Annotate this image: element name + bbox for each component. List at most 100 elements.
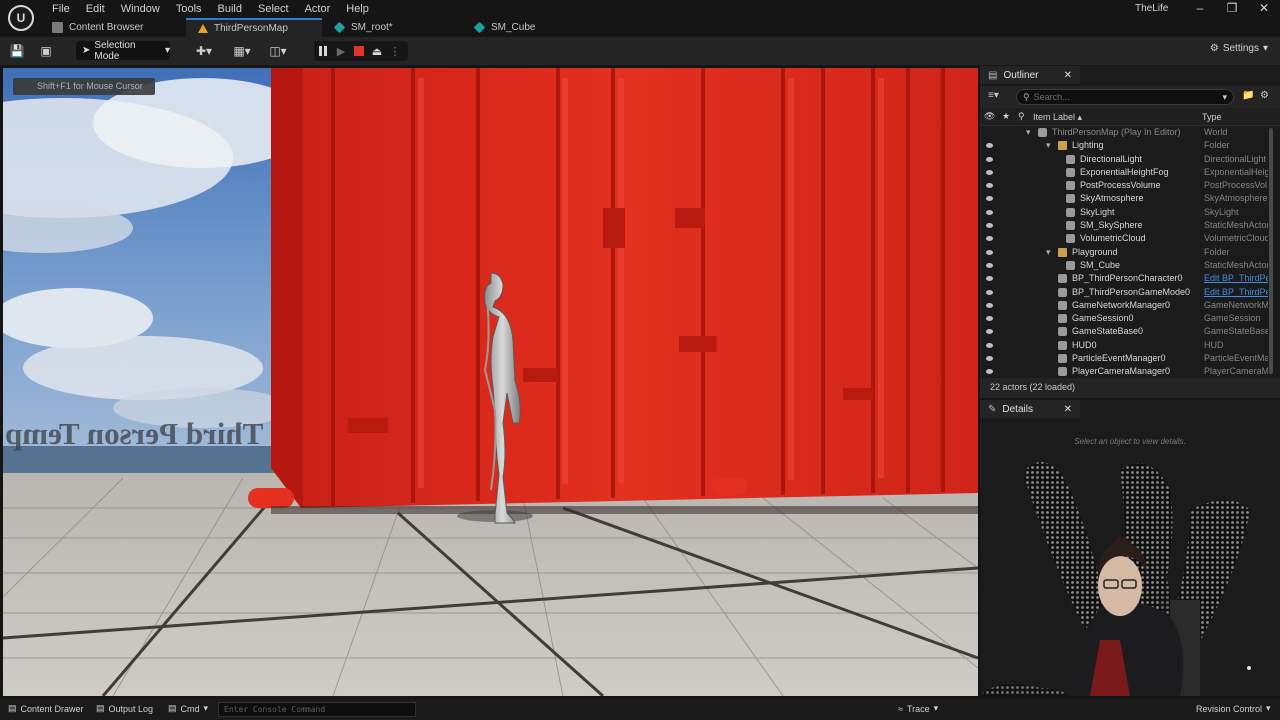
menu-window[interactable]: Window [113,2,168,16]
more-options-icon[interactable]: ⋮ [386,41,404,61]
close-icon[interactable]: ✕ [1064,70,1072,81]
outliner-row[interactable]: ▾ ThirdPersonMap (Play In Editor) World [980,126,1280,139]
outliner-row[interactable]: SkyAtmosphere SkyAtmosphere [980,192,1280,205]
visibility-eye-icon[interactable] [986,223,993,229]
pin-icon[interactable]: ⚲ [1018,111,1025,122]
menu-actor[interactable]: Actor [297,2,339,16]
visibility-eye-icon[interactable] [986,262,993,268]
visibility-eye-icon[interactable] [986,342,993,348]
content-drawer-button[interactable]: ▤ Content Drawer [8,703,84,714]
outliner-row[interactable]: ParticleEventManager0 ParticleEventMa [980,352,1280,365]
eject-icon[interactable]: ⏏ [368,41,386,61]
close-window-icon[interactable]: ✕ [1248,0,1280,16]
outliner-row[interactable]: PlayerCameraManager0 PlayerCameraM [980,365,1280,376]
settings-button[interactable]: ⚙ Settings ▾ [1210,43,1268,54]
chevron-down-icon: ▾ [164,45,170,56]
visibility-eye-icon[interactable]: 👁 [984,111,995,122]
visibility-eye-icon[interactable] [986,169,993,175]
source-control-icon[interactable]: ▣ [38,43,54,59]
outliner-row[interactable]: HUD0 HUD [980,339,1280,352]
menu-file[interactable]: File [44,2,78,16]
outliner-row[interactable]: SM_Cube StaticMeshActor [980,259,1280,272]
outliner-search-row: ≡▾ ⚲ Search... ▾ 📁 ⚙ [980,86,1280,108]
outliner-search-input[interactable]: ⚲ Search... ▾ [1016,89,1234,105]
outliner-row[interactable]: SM_SkySphere StaticMeshActor [980,219,1280,232]
level-viewport[interactable]: Shift+F1 for Mouse Cursor Third Person T… [3,68,978,696]
terminal-icon: ▤ [168,703,177,713]
expand-chevron-icon[interactable]: ▾ [1046,246,1051,259]
add-content-icon[interactable]: ✚▾ [192,43,216,59]
restore-icon[interactable]: ❐ [1216,0,1248,16]
visibility-eye-icon[interactable] [986,156,993,162]
trace-icon: ≈ [898,703,903,714]
add-folder-icon[interactable]: 📁 [1242,90,1254,101]
cmd-dropdown[interactable]: ▤ Cmd ▾ [168,703,208,714]
outliner-scrollbar[interactable] [1269,128,1273,374]
selection-mode-dropdown[interactable]: ➤ Selection Mode ▾ [76,40,170,62]
settings-gear-icon[interactable]: ⚙ [1260,90,1269,101]
unreal-logo-icon[interactable]: U [8,5,34,31]
filter-icon[interactable]: ≡▾ [988,90,999,101]
menu-build[interactable]: Build [210,2,250,16]
tab-outliner[interactable]: ▤ Outliner ✕ [980,66,1080,84]
column-type[interactable]: Type [1202,112,1222,122]
edit-blueprint-link[interactable]: Edit BP_ThirdPe [1204,272,1268,285]
edit-blueprint-link[interactable]: Edit BP_ThirdPe [1204,286,1268,299]
stop-icon[interactable] [350,41,368,61]
column-item-label[interactable]: Item Label ▴ [1033,112,1082,123]
star-icon[interactable]: ★ [1002,111,1010,122]
cinematics-icon[interactable]: ◫▾ [266,43,290,59]
tab-label: SM_Cube [491,22,536,33]
menu-tools[interactable]: Tools [168,2,210,16]
outliner-row[interactable]: ▾ Playground Folder [980,246,1280,259]
outliner-row[interactable]: DirectionalLight DirectionalLight [980,153,1280,166]
output-log-button[interactable]: ▤ Output Log [96,703,153,714]
outliner-row[interactable]: PostProcessVolume PostProcessVol [980,179,1280,192]
outliner-row[interactable]: GameStateBase0 GameStateBase [980,325,1280,338]
visibility-eye-icon[interactable] [986,209,993,215]
tab-sm-root[interactable]: SM_root* [322,18,462,37]
chevron-down-icon: ▾ [933,703,939,713]
outliner-item-label: SM_SkySphere [1080,220,1143,231]
outliner-row[interactable]: ▾ Lighting Folder [980,139,1280,152]
console-command-input[interactable]: Enter Console Command [218,702,416,717]
tab-sm-cube[interactable]: SM_Cube [462,18,602,37]
outliner-row[interactable]: BP_ThirdPersonGameMode0 Edit BP_ThirdPe [980,286,1280,299]
tab-content-browser[interactable]: Content Browser [40,18,180,37]
outliner-item-label: Lighting [1072,140,1104,151]
trace-dropdown[interactable]: ≈ Trace ▾ [898,703,938,714]
expand-chevron-icon[interactable]: ▾ [1046,139,1051,152]
visibility-eye-icon[interactable] [986,276,993,282]
visibility-eye-icon[interactable] [986,143,993,149]
outliner-row[interactable]: BP_ThirdPersonCharacter0 Edit BP_ThirdPe [980,272,1280,285]
visibility-eye-icon[interactable] [986,369,993,375]
visibility-eye-icon[interactable] [986,236,993,242]
outliner-row[interactable]: GameNetworkManager0 GameNetworkM [980,299,1280,312]
outliner-row[interactable]: VolumetricCloud VolumetricCloud [980,232,1280,245]
visibility-eye-icon[interactable] [986,196,993,202]
visibility-eye-icon[interactable] [986,356,993,362]
save-icon[interactable]: 💾 [9,43,25,59]
tab-third-person-map[interactable]: ThirdPersonMap [186,18,322,37]
expand-chevron-icon[interactable]: ▾ [1026,126,1031,139]
chevron-down-icon[interactable]: ▾ [1222,92,1227,103]
outliner-row[interactable]: ExponentialHeightFog ExponentialHeig [980,166,1280,179]
visibility-eye-icon[interactable] [986,302,993,308]
outliner-row[interactable]: SkyLight SkyLight [980,206,1280,219]
revision-control-button[interactable]: Revision Control ▾ [1196,703,1271,714]
visibility-eye-icon[interactable] [986,316,993,322]
outliner-item-label: PostProcessVolume [1080,180,1161,191]
menu-edit[interactable]: Edit [78,2,113,16]
play-icon[interactable]: ▶ [332,41,350,61]
visibility-eye-icon[interactable] [986,183,993,189]
visibility-eye-icon[interactable] [986,249,993,255]
menu-help[interactable]: Help [338,2,377,16]
visibility-eye-icon[interactable] [986,289,993,295]
menu-select[interactable]: Select [250,2,297,16]
minimize-icon[interactable]: – [1184,0,1216,16]
visibility-eye-icon[interactable] [986,329,993,335]
outliner-row[interactable]: GameSession0 GameSession [980,312,1280,325]
pause-icon[interactable] [314,41,332,61]
title-bar: U File Edit Window Tools Build Select Ac… [0,0,1280,31]
blueprint-icon[interactable]: ▦▾ [230,43,254,59]
